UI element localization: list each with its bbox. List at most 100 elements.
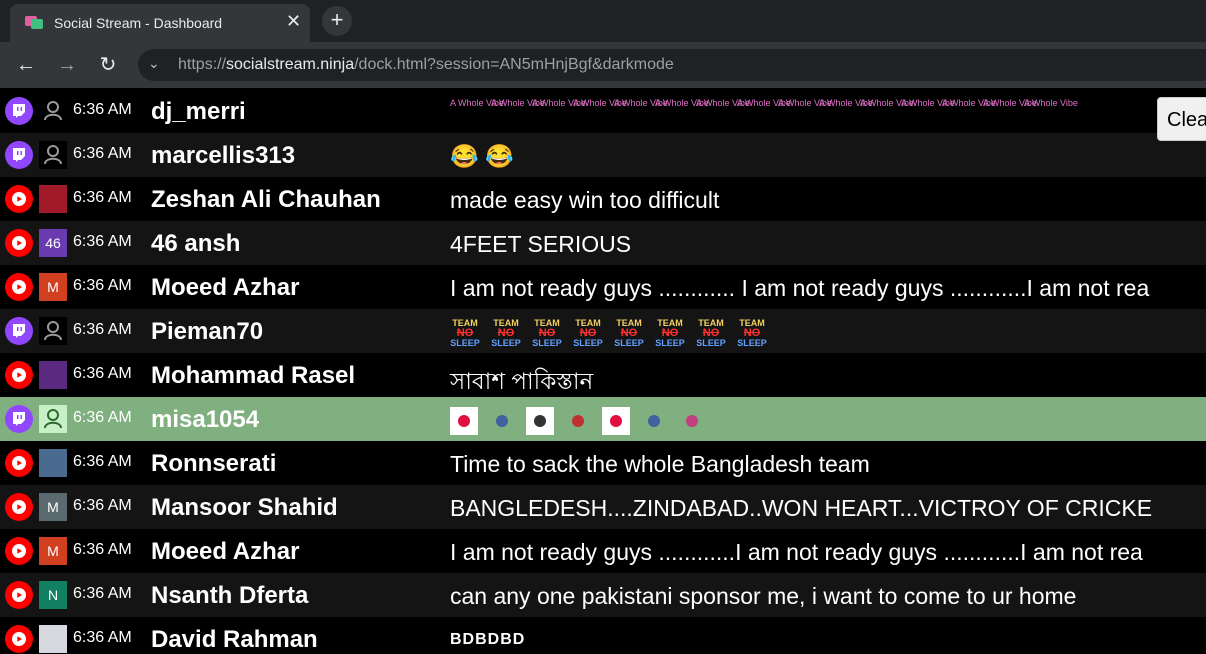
message-text: can any one pakistani sponsor me, i want… [450,583,1077,609]
back-icon[interactable]: ← [14,53,38,77]
message-author[interactable]: 46 ansh [151,230,240,258]
team-no-sleep-emote: TEAM NO SLEEP [737,318,767,348]
twitch-icon [5,317,33,345]
url-scheme: https:// [178,56,227,73]
chat-message-row[interactable]: 6:36 AM dj_merri A Whole VibeA Whole VibeA… [0,89,1206,133]
url-host: socialstream.ninja [226,56,355,73]
message-time: 6:36 AM [73,629,132,646]
youtube-icon [5,185,33,213]
message-author[interactable]: Zeshan Ali Chauhan [151,186,381,214]
person-icon [39,97,67,125]
chat-message-row[interactable]: 46 6:36 AM 46 ansh 4FEET SERIOUS [0,221,1206,265]
message-author[interactable]: Moeed Azhar [151,538,299,566]
avatar-letter: M [39,493,67,521]
chat-message-row[interactable]: 6:36 AM Zeshan Ali Chauhan made easy win t… [0,177,1206,221]
browser-tab[interactable]: Social Stream - Dashboard ✕ [10,4,310,42]
message-author[interactable]: misa1054 [151,406,259,434]
message-time: 6:36 AM [73,541,132,558]
youtube-icon [5,493,33,521]
message-time: 6:36 AM [73,277,132,294]
whole-vibe-emote: A Whole Vibe [983,98,1037,108]
chat-message-row[interactable]: M 6:36 AM Mansoor Shahid BANGLEDESH....ZIND… [0,485,1206,529]
team-no-sleep-emote: TEAM NO SLEEP [532,318,562,348]
message-text: 4FEET SERIOUS [450,231,632,257]
message-author[interactable]: Mohammad Rasel [151,362,355,390]
message-author[interactable]: Ronnserati [151,450,276,478]
message-text: TEAM NO SLEEP TEAM NO SLEEP TEAM NO SLEEP TEAM NO S… [450,319,778,349]
chat-message-row[interactable]: 6:36 AM misa1054 [0,397,1206,441]
tab-close-icon[interactable]: ✕ [286,12,301,30]
message-time: 6:36 AM [73,189,132,206]
youtube-icon [5,581,33,609]
message-time: 6:36 AM [73,145,132,162]
forward-icon[interactable]: → [55,53,79,77]
message-text: A Whole VibeA Whole VibeA Whole VibeA Wh… [450,98,1078,127]
team-no-sleep-emote: TEAM NO SLEEP [655,318,685,348]
url-path: /dock.html?session=AN5mHnjBgf&darkmode [354,56,674,73]
avatar-photo [39,625,67,653]
message-text: BDBDBD [450,631,526,648]
whole-vibe-emote: A Whole Vibe [942,98,996,108]
person-icon [39,405,67,433]
whole-vibe-emote: A Whole Vibe [860,98,914,108]
person-icon [39,141,67,169]
url-text[interactable]: https://socialstream.ninja/dock.html?ses… [178,56,674,74]
chat-message-row[interactable]: M 6:36 AM Moeed Azhar I am not ready guys .… [0,265,1206,309]
new-tab-button[interactable]: + [322,6,352,36]
whole-vibe-emote: A Whole Vibe [1024,98,1078,108]
whole-vibe-emote: A Whole Vibe [532,98,586,108]
browser-tab-strip: Social Stream - Dashboard ✕ + [0,0,1206,42]
avatar-letter: M [39,273,67,301]
team-no-sleep-emote: TEAM NO SLEEP [614,318,644,348]
whole-vibe-emote: A Whole Vibe [614,98,668,108]
team-no-sleep-emote: TEAM NO SLEEP [573,318,603,348]
avatar-letter: N [39,581,67,609]
chat-message-row[interactable]: M 6:36 AM Moeed Azhar I am not ready guys .… [0,529,1206,573]
chat-message-row[interactable]: 6:36 AM Ronnserati Time to sack the whole … [0,441,1206,485]
address-bar[interactable]: ⌄ https://socialstream.ninja/dock.html?s… [138,49,1206,81]
whole-vibe-emote: A Whole Vibe [901,98,955,108]
message-time: 6:36 AM [73,453,132,470]
message-time: 6:36 AM [73,497,132,514]
chat-message-row[interactable]: 6:36 AM Pieman70 TEAM NO SLEEP TEAM NO SLEEP TEA… [0,309,1206,353]
whole-vibe-emote: A Whole Vibe [450,98,504,108]
message-author[interactable]: Mansoor Shahid [151,494,338,522]
message-text: I am not ready guys ............ I am no… [450,275,1150,301]
message-time: 6:36 AM [73,101,132,118]
chat-message-row[interactable]: 6:36 AM David Rahman BDBDBD [0,617,1206,654]
message-author[interactable]: dj_merri [151,98,246,126]
whole-vibe-emote: A Whole Vibe [491,98,545,108]
youtube-icon [5,449,33,477]
cheer-emote [564,407,592,435]
e-letter-emote [526,407,554,435]
whole-vibe-emote: A Whole Vibe [737,98,791,108]
clear-button[interactable]: Clear [1157,97,1206,141]
message-author[interactable]: Moeed Azhar [151,274,299,302]
twitch-icon [5,405,33,433]
chat-message-row[interactable]: N 6:36 AM Nsanth Dferta can any one pakista… [0,573,1206,617]
browser-toolbar: ← → ↻ ⌄ https://socialstream.ninja/dock.… [0,42,1206,88]
message-text: I am not ready guys ............I am not… [450,539,1143,565]
whole-vibe-emote: A Whole Vibe [573,98,627,108]
chat-message-row[interactable]: 6:36 AM Mohammad Rasel সাবাশ পাকিস্তান [0,353,1206,397]
message-text: 😂 😂 [450,143,514,169]
message-text: made easy win too difficult [450,187,720,213]
site-info-icon[interactable]: ⌄ [148,55,160,72]
message-author[interactable]: Pieman70 [151,318,263,346]
message-time: 6:36 AM [73,321,132,338]
message-author[interactable]: David Rahman [151,626,318,654]
chat-message-row[interactable]: 6:36 AM marcellis313 😂 😂 [0,133,1206,177]
message-author[interactable]: marcellis313 [151,142,295,170]
message-text [450,407,716,435]
message-author[interactable]: Nsanth Dferta [151,582,308,610]
message-time: 6:36 AM [73,409,132,426]
whole-vibe-emote: A Whole Vibe [696,98,750,108]
tab-title: Social Stream - Dashboard [54,15,223,31]
message-text: Time to sack the whole Bangladesh team [450,451,870,477]
social-stream-favicon-icon [25,16,43,29]
heart-card-emote [602,407,630,435]
avatar-photo [39,361,67,389]
sad-girl-emote [678,407,706,435]
avatar-letter: M [39,537,67,565]
reload-icon[interactable]: ↻ [96,53,120,77]
